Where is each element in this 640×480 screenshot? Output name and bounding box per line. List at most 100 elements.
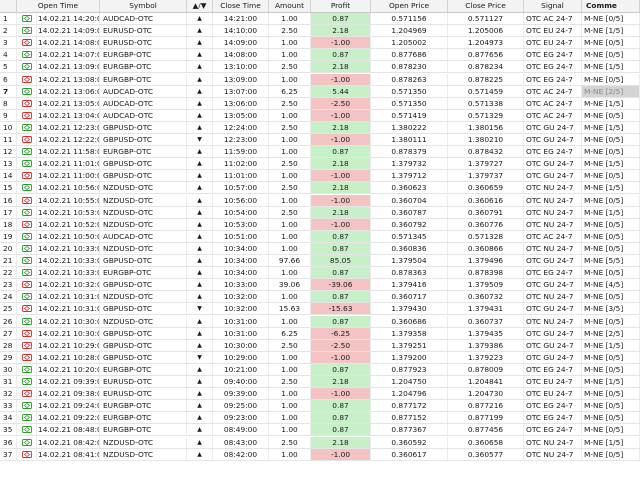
amount-cell: 1.00 — [269, 13, 311, 24]
table-row[interactable]: 27 14.02.21 10:30:03 GBPUSD-OTC ▲ 10:31:00 6.… — [0, 327, 640, 340]
column-header-profit[interactable]: Profit — [311, 0, 371, 12]
table-row[interactable]: 34 14.02.21 09:22:04 EURGBP-OTC ▲ 09:23:00 1.… — [0, 412, 640, 425]
direction-arrow-icon: ▲ — [187, 25, 213, 37]
open-time-cell: 14.02.21 12:22:05 — [38, 134, 100, 145]
column-header-comment[interactable]: Comme — [582, 0, 640, 12]
symbol-cell: AUDCAD-OTC — [100, 97, 187, 109]
comment-cell: M-NE [0/5] — [582, 242, 640, 254]
table-row[interactable]: 20 14.02.21 10:33:03 NZDUSD-OTC ▲ 10:34:00 1.… — [0, 242, 640, 255]
table-row[interactable]: 14 14.02.21 11:00:04 GBPUSD-OTC ▲ 11:01:00 1.… — [0, 170, 640, 183]
column-header-open-time[interactable]: Open Time — [17, 0, 100, 12]
deal-icon-cell — [17, 303, 37, 315]
table-row[interactable]: 10 14.02.21 12:23:03 GBPUSD-OTC ▲ 12:24:00 2.… — [0, 121, 640, 134]
column-header-direction[interactable]: ▲/▼ — [187, 0, 213, 12]
table-row[interactable]: 15 14.02.21 10:56:03 NZDUSD-OTC ▲ 10:57:00 2.… — [0, 182, 640, 195]
column-header-symbol[interactable]: Symbol — [100, 0, 187, 12]
table-row[interactable]: 24 14.02.21 10:31:04 NZDUSD-OTC ▲ 10:32:00 1.… — [0, 291, 640, 304]
deal-icon-cell — [17, 85, 37, 97]
close-time-cell: 10:32:00 — [213, 291, 269, 303]
direction-arrow-icon: ▲ — [187, 255, 213, 266]
comment-cell: M-NE [1/5] — [582, 97, 640, 109]
table-row[interactable]: 17 14.02.21 10:53:03 NZDUSD-OTC ▲ 10:54:00 2.… — [0, 206, 640, 219]
open-time-cell: 14.02.21 10:33:03 — [38, 242, 100, 254]
close-time-cell: 10:33:00 — [213, 279, 269, 291]
row-number: 4 — [0, 49, 17, 61]
close-time-cell: 13:10:00 — [213, 61, 269, 73]
open-time-cell: 14.02.21 10:33:03 — [38, 267, 100, 279]
column-header-close-price[interactable]: Close Price — [448, 0, 524, 12]
row-number: 17 — [0, 206, 17, 218]
open-time-cell: 14.02.21 14:20:03 — [38, 13, 100, 24]
direction-arrow-icon: ▲ — [187, 170, 213, 182]
table-row[interactable]: 16 14.02.21 10:55:04 NZDUSD-OTC ▲ 10:56:00 1.… — [0, 194, 640, 207]
profit-cell: 0.87 — [311, 412, 371, 424]
deal-icon-cell — [17, 351, 37, 363]
close-time-cell: 10:31:00 — [213, 315, 269, 327]
amount-cell: 1.00 — [269, 134, 311, 145]
deal-icon-cell — [17, 170, 37, 182]
row-number: 25 — [0, 303, 17, 315]
table-row[interactable]: 11 14.02.21 12:22:05 GBPUSD-OTC ▼ 12:23:00 1.… — [0, 134, 640, 146]
table-row[interactable]: 21 14.02.21 10:33:03 GBPUSD-OTC ▲ 10:34:00 97… — [0, 255, 640, 267]
column-header-close-time[interactable]: Close Time — [213, 0, 269, 12]
column-header-index[interactable] — [0, 0, 17, 12]
table-row[interactable]: 25 14.02.21 10:31:03 GBPUSD-OTC ▼ 10:32:00 15… — [0, 303, 640, 316]
column-header-open-price[interactable]: Open Price — [371, 0, 448, 12]
table-row[interactable]: 22 14.02.21 10:33:03 EURGBP-OTC ▲ 10:34:00 1.… — [0, 267, 640, 280]
open-time-cell: 14.02.21 11:00:04 — [38, 170, 100, 182]
profit-cell: 0.87 — [311, 363, 371, 375]
deal-win-icon — [22, 15, 32, 22]
table-row[interactable]: 3 14.02.21 14:08:02 EURUSD-OTC ▲ 14:09:00 1.0… — [0, 37, 640, 50]
table-row[interactable]: 31 14.02.21 09:39:03 EURUSD-OTC ▲ 09:40:00 2.… — [0, 376, 640, 388]
table-row[interactable]: 32 14.02.21 09:38:02 EURUSD-OTC ▲ 09:39:00 1.… — [0, 388, 640, 401]
table-row[interactable]: 13 14.02.21 11:01:03 GBPUSD-OTC ▲ 11:02:00 2.… — [0, 158, 640, 171]
comment-cell: M-NE [0/5] — [582, 267, 640, 279]
deal-icon-cell — [17, 97, 37, 109]
symbol-cell: EURGBP-OTC — [100, 400, 187, 412]
open-price-cell: 1.379504 — [371, 255, 448, 266]
comment-cell: M-NE [1/5] — [582, 158, 640, 170]
open-time-cell: 14.02.21 08:42:03 — [38, 436, 100, 448]
profit-cell: -1.00 — [311, 109, 371, 121]
deal-icon-cell — [17, 25, 37, 37]
table-row[interactable]: 1 14.02.21 14:20:03 AUDCAD-OTC ▲ 14:21:00 1.0… — [0, 13, 640, 25]
table-row[interactable]: 28 14.02.21 10:29:03 GBPUSD-OTC ▲ 10:30:00 2.… — [0, 339, 640, 352]
deal-win-icon — [22, 426, 32, 434]
table-row[interactable]: 5 14.02.21 13:09:03 EURGBP-OTC ▲ 13:10:00 2.5… — [0, 61, 640, 74]
table-row[interactable]: 30 14.02.21 10:20:03 EURGBP-OTC ▲ 10:21:00 1.… — [0, 363, 640, 376]
table-row[interactable]: 23 14.02.21 10:32:03 GBPUSD-OTC ▲ 10:33:00 39… — [0, 279, 640, 292]
table-row[interactable]: 19 14.02.21 10:50:03 AUDCAD-OTC ▲ 10:51:00 1.… — [0, 230, 640, 243]
symbol-cell: AUDCAD-OTC — [100, 109, 187, 121]
table-row[interactable]: 12 14.02.21 11:58:03 EURGBP-OTC ▲ 11:59:00 1.… — [0, 146, 640, 159]
table-row[interactable]: 37 14.02.21 08:41:03 NZDUSD-OTC ▲ 08:42:00 1.… — [0, 448, 640, 461]
open-time-cell: 14.02.21 10:52:03 — [38, 218, 100, 230]
signal-cell: OTC GU 24-7 — [524, 121, 582, 133]
table-row[interactable]: 6 14.02.21 13:08:02 EURGBP-OTC ▲ 13:09:00 1.0… — [0, 73, 640, 86]
profit-cell: 2.18 — [311, 61, 371, 73]
deal-win-icon — [22, 378, 32, 385]
table-row[interactable]: 33 14.02.21 09:24:02 EURGBP-OTC ▲ 09:25:00 1.… — [0, 400, 640, 413]
amount-cell: 2.50 — [269, 25, 311, 37]
profit-cell: 0.87 — [311, 242, 371, 254]
table-row[interactable]: 9 14.02.21 13:04:02 AUDCAD-OTC ▲ 13:05:00 1.0… — [0, 109, 640, 122]
row-number: 11 — [0, 134, 17, 145]
open-time-cell: 14.02.21 10:20:03 — [38, 363, 100, 375]
amount-cell: 15.63 — [269, 303, 311, 315]
table-row[interactable]: 18 14.02.21 10:52:03 NZDUSD-OTC ▲ 10:53:00 1.… — [0, 218, 640, 231]
signal-cell: OTC GU 24-7 — [524, 158, 582, 170]
close-time-cell: 10:31:00 — [213, 327, 269, 339]
table-row[interactable]: 2 14.02.21 14:09:03 EURUSD-OTC ▲ 14:10:00 2.5… — [0, 25, 640, 38]
open-time-cell: 14.02.21 13:06:03 — [38, 85, 100, 97]
table-row[interactable]: 7 14.02.21 13:06:03 AUDCAD-OTC ▲ 13:07:00 6.2… — [0, 85, 640, 98]
column-header-amount[interactable]: Amount — [269, 0, 311, 12]
column-header-signal[interactable]: Signal — [524, 0, 582, 12]
table-row[interactable]: 4 14.02.21 14:07:03 EURGBP-OTC ▲ 14:08:00 1.0… — [0, 49, 640, 62]
table-row[interactable]: 36 14.02.21 08:42:03 NZDUSD-OTC ▲ 08:43:00 2.… — [0, 436, 640, 449]
direction-arrow-icon: ▲ — [187, 37, 213, 49]
table-row[interactable]: 8 14.02.21 13:05:03 AUDCAD-OTC ▲ 13:06:00 2.5… — [0, 97, 640, 110]
table-row[interactable]: 29 14.02.21 10:28:05 GBPUSD-OTC ▼ 10:29:00 1.… — [0, 351, 640, 364]
table-row[interactable]: 35 14.02.21 08:48:02 EURGBP-OTC ▲ 08:49:00 1.… — [0, 424, 640, 437]
close-price-cell: 0.360659 — [448, 182, 524, 194]
table-row[interactable]: 26 14.02.21 10:30:04 NZDUSD-OTC ▲ 10:31:00 1.… — [0, 315, 640, 328]
profit-cell: 2.18 — [311, 25, 371, 37]
